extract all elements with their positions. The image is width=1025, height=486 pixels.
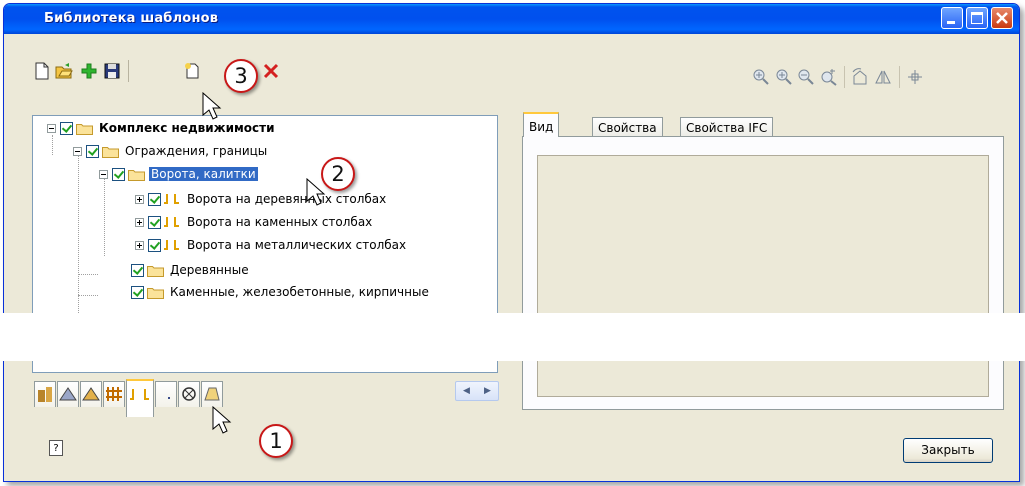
title-bar[interactable]: Библиотека шаблонов <box>4 4 1019 34</box>
roof-tab-icon[interactable] <box>57 381 79 407</box>
tree-node-label-selected: Ворота, калитки <box>149 167 258 181</box>
mouse-cursor-icon <box>306 178 326 206</box>
fence-tab-icon[interactable] <box>103 381 125 407</box>
tab-properties[interactable]: Свойства <box>592 117 663 137</box>
folder-icon <box>102 145 119 158</box>
checkbox[interactable] <box>60 121 73 135</box>
checkbox[interactable] <box>148 238 161 252</box>
tab-properties-ifc[interactable]: Свойства IFC <box>680 117 774 137</box>
save-icon[interactable] <box>103 62 121 80</box>
minimize-button[interactable] <box>941 7 963 29</box>
tree-node-label: Ворота на каменных столбах <box>187 215 373 229</box>
zoom-out-icon[interactable] <box>797 68 815 86</box>
checkbox[interactable] <box>131 285 144 299</box>
zoom-in-icon[interactable] <box>775 68 793 86</box>
mirror-icon[interactable] <box>874 68 892 86</box>
terrain-tab-icon[interactable] <box>201 381 223 407</box>
open-icon[interactable] <box>55 62 73 80</box>
collapse-icon[interactable] <box>99 169 108 179</box>
close-button[interactable]: Закрыть <box>903 438 993 463</box>
tree-node-stone[interactable]: Каменные, железобетонные, кирпичные <box>131 283 431 301</box>
tree-node-label: Каменные, железобетонные, кирпичные <box>170 285 429 299</box>
crosshair-icon[interactable] <box>906 68 924 86</box>
delete-icon[interactable] <box>262 62 280 80</box>
building-tab-icon[interactable] <box>34 381 56 407</box>
gate-item-icon <box>164 239 181 252</box>
tree-node-label: Ворота на металлических столбах <box>187 238 407 252</box>
expand-icon[interactable] <box>135 217 144 227</box>
gate-item-icon <box>164 193 181 206</box>
maximize-button[interactable] <box>966 7 988 29</box>
scroll-left-icon[interactable]: ◀ <box>463 386 470 396</box>
tree-node-label: Ворота на деревянных столбах <box>187 192 387 206</box>
collapse-icon[interactable] <box>47 123 56 133</box>
mouse-cursor-icon <box>202 92 222 120</box>
tree-node-complex[interactable]: Комплекс недвижимости <box>47 119 277 137</box>
symbol-tab-icon[interactable] <box>178 381 200 407</box>
folder-icon <box>147 264 164 277</box>
toolbar-separator-right <box>844 66 845 88</box>
checkbox[interactable] <box>86 144 99 158</box>
preview-panel <box>522 136 1004 410</box>
collapse-icon[interactable] <box>73 146 82 156</box>
help-icon[interactable]: ? <box>49 440 63 456</box>
folder-icon <box>76 122 93 135</box>
zoom-frame-icon[interactable] <box>820 68 838 86</box>
checkbox[interactable] <box>131 263 144 277</box>
checkbox[interactable] <box>148 192 161 206</box>
tree-node-label: Ограждения, границы <box>125 144 268 158</box>
toolbar-separator <box>128 60 129 82</box>
blank-band <box>0 313 1025 361</box>
checkbox[interactable] <box>112 167 125 181</box>
annotation-badge-3: 3 <box>224 59 258 93</box>
window-title: Библиотека шаблонов <box>44 11 219 26</box>
annotation-badge-1: 1 <box>259 424 293 458</box>
tree-node-fences[interactable]: Ограждения, границы <box>73 142 269 160</box>
roof-alt-tab-icon[interactable] <box>80 381 102 407</box>
scroll-right-icon[interactable]: ▶ <box>484 386 491 396</box>
close-window-button[interactable] <box>991 7 1013 29</box>
tree-node-label: Комплекс недвижимости <box>99 121 275 135</box>
tree-node-gates-metal[interactable]: Ворота на металлических столбах <box>135 236 408 254</box>
tree-node-label: Деревянные <box>170 263 249 277</box>
tree-node-gates-wood[interactable]: Ворота на деревянных столбах <box>135 190 388 208</box>
new-template-icon[interactable] <box>183 62 201 80</box>
toolbar-separator-right2 <box>899 66 900 88</box>
folder-icon <box>147 286 164 299</box>
checkbox[interactable] <box>148 215 161 229</box>
rotate-icon[interactable] <box>851 68 869 86</box>
expand-icon[interactable] <box>135 194 144 204</box>
tree-node-gates-stone[interactable]: Ворота на каменных столбах <box>135 213 374 231</box>
open-folder-icon <box>128 168 145 181</box>
path-tab-icon[interactable] <box>155 381 177 407</box>
tree-node-wooden[interactable]: Деревянные <box>131 261 251 279</box>
new-file-icon[interactable] <box>33 62 51 80</box>
expand-icon[interactable] <box>135 240 144 250</box>
add-icon[interactable] <box>80 62 98 80</box>
gate-tab-icon[interactable] <box>126 379 154 417</box>
mouse-cursor-icon <box>212 406 232 434</box>
gate-item-icon <box>164 216 181 229</box>
zoom-all-icon[interactable] <box>752 68 770 86</box>
tab-view[interactable]: Вид <box>523 112 560 137</box>
tab-scroll-buttons[interactable]: ◀ ▶ <box>455 381 499 401</box>
close-x-icon <box>996 12 1008 24</box>
tree-node-gates[interactable]: Ворота, калитки <box>99 165 258 183</box>
